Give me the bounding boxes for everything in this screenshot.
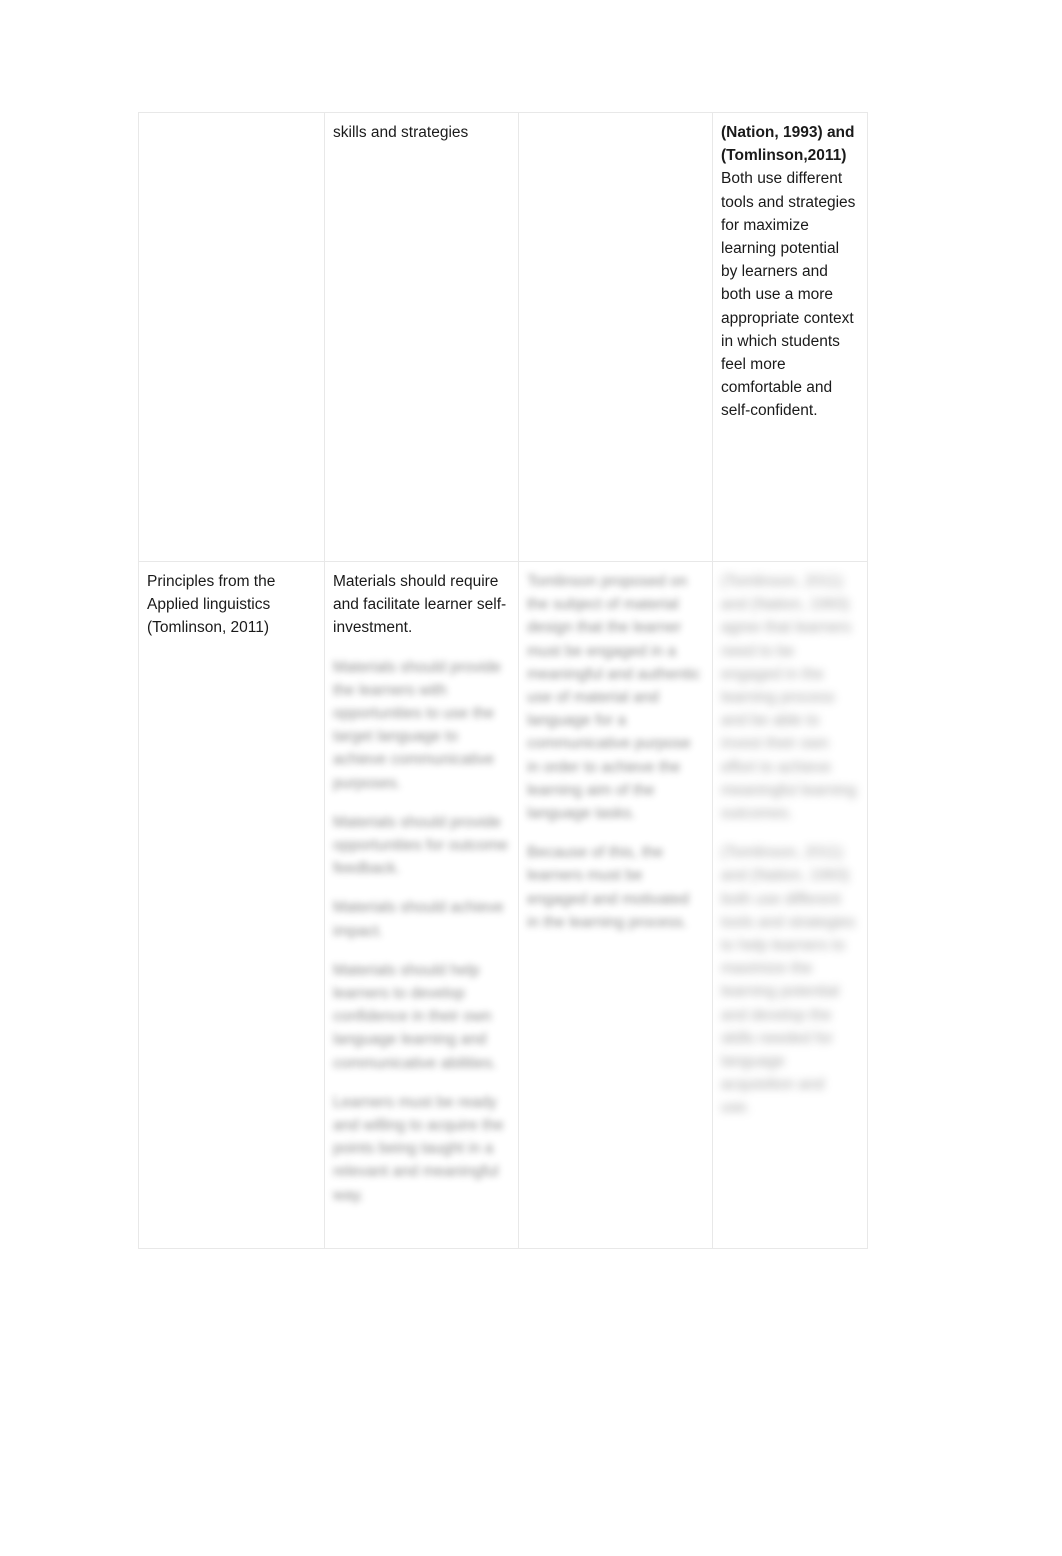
cell-text-r2c2: Materials should require and facilitate …	[333, 573, 507, 637]
redacted-text-block: Materials should help learners to develo…	[333, 961, 497, 1072]
redacted-text-block: Materials should provide the learners wi…	[333, 658, 502, 792]
redacted-text-block: Learners must be ready and willing to ac…	[333, 1093, 504, 1204]
redacted-text-block: (Tomlinson, 2011) and (Nation, 1993) agr…	[721, 573, 857, 823]
comparison-table: skills and strategies (Nation, 1993) and…	[138, 112, 868, 1249]
redacted-text-block: Because of this, the learners must be en…	[527, 844, 690, 931]
table-cell-r1c4: (Nation, 1993) and (Tomlinson,2011) Both…	[712, 112, 868, 562]
redacted-text-block: (Tomlinson, 2011) and (Nation, 1993) bot…	[721, 844, 856, 1117]
cell-content-r1c4: (Nation, 1993) and (Tomlinson,2011) Both…	[713, 113, 867, 433]
cell-content-r1c1	[139, 113, 324, 131]
cell-text-r1c4: Both use different tools and strategies …	[721, 170, 856, 420]
cell-text-r1c2: skills and strategies	[333, 124, 469, 141]
table-cell-r2c3: Tomlinson proposed on the subject of mat…	[518, 561, 713, 1249]
cell-content-r2c2: Materials should require and facilitate …	[325, 562, 518, 1217]
cell-content-r1c3	[519, 113, 712, 131]
cell-content-r2c1: Principles from the Applied linguistics …	[139, 562, 324, 650]
table-cell-r1c3	[518, 112, 713, 562]
table-row: skills and strategies (Nation, 1993) and…	[138, 112, 868, 562]
cell-content-r2c3: Tomlinson proposed on the subject of mat…	[519, 562, 712, 944]
redacted-text-block: Materials should provide opportunities f…	[333, 813, 508, 878]
citation-heading-r1c4: (Nation, 1993) and (Tomlinson,2011)	[721, 124, 855, 165]
redacted-text-block: Tomlinson proposed on the subject of mat…	[527, 573, 701, 823]
table-cell-r1c1	[138, 112, 325, 562]
redacted-text-block: Materials should achieve impact.	[333, 899, 504, 940]
cell-text-r2c1: Principles from the Applied linguistics …	[147, 573, 276, 637]
document-page: skills and strategies (Nation, 1993) and…	[0, 0, 1062, 1556]
table-cell-r2c2: Materials should require and facilitate …	[324, 561, 519, 1249]
cell-content-r2c4: (Tomlinson, 2011) and (Nation, 1993) agr…	[713, 562, 867, 1130]
table-cell-r2c1: Principles from the Applied linguistics …	[138, 561, 325, 1249]
table-row: Principles from the Applied linguistics …	[138, 561, 868, 1249]
cell-content-r1c2: skills and strategies	[325, 113, 518, 154]
table-cell-r1c2: skills and strategies	[324, 112, 519, 562]
table-cell-r2c4: (Tomlinson, 2011) and (Nation, 1993) agr…	[712, 561, 868, 1249]
